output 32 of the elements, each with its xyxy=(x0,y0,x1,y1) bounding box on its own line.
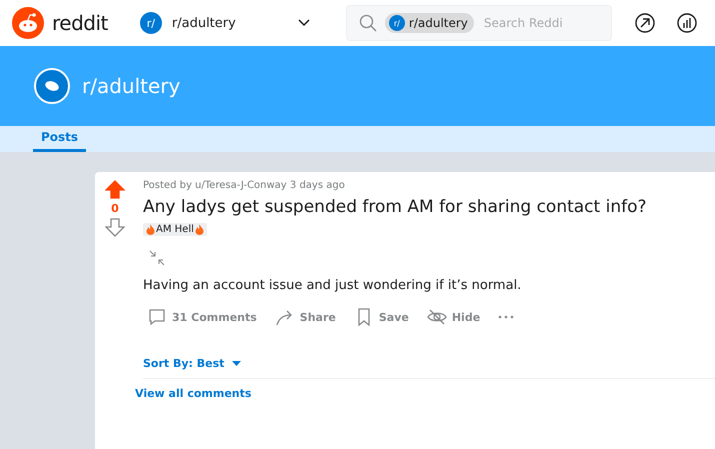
save-button[interactable]: Save xyxy=(354,307,409,327)
logo-wordmark[interactable]: reddit xyxy=(52,11,108,35)
view-all-link[interactable]: View all comments xyxy=(135,387,715,400)
more-icon[interactable] xyxy=(498,315,514,319)
post-title[interactable]: Any ladys get suspended from AM for sharing contact info? xyxy=(143,197,715,217)
chart-circle-icon[interactable] xyxy=(677,13,697,33)
vote-count: 0 xyxy=(111,202,119,215)
speech-bubble-icon xyxy=(147,307,167,327)
downvote-icon[interactable] xyxy=(105,217,125,237)
caret-icon xyxy=(232,361,242,366)
alien-logo-icon[interactable] xyxy=(12,7,44,39)
hide-button[interactable]: Hide xyxy=(426,307,480,327)
flame-icon xyxy=(146,224,155,235)
arrow-circle-icon[interactable] xyxy=(635,13,655,33)
search-field[interactable]: r/ r/adultery Search Reddi xyxy=(346,5,612,41)
community-title: r/adultery xyxy=(82,74,180,98)
share-button[interactable]: Share xyxy=(274,307,336,327)
post-body: Having an account issue and just wondering if it’s normal. xyxy=(143,278,522,293)
community-chip[interactable]: r/ r/adultery xyxy=(384,13,474,33)
search-icon xyxy=(358,14,377,32)
community-icon xyxy=(34,68,70,104)
collapse-arrows-icon[interactable] xyxy=(149,250,165,266)
community-selector[interactable]: r/ r/adultery xyxy=(140,12,310,34)
post-meta: Posted by u/Teresa-J-Conway 3 days ago xyxy=(143,180,346,191)
chevron-down-icon xyxy=(298,19,310,27)
flame-icon xyxy=(194,224,204,235)
post-flair[interactable]: AM Hell xyxy=(143,223,207,236)
sort-dropdown[interactable]: Sort By: Best xyxy=(143,357,242,370)
tab[interactable]: Posts xyxy=(33,126,86,152)
eye-slash-icon xyxy=(426,307,447,327)
upvote-icon[interactable] xyxy=(105,180,125,200)
comment-button[interactable]: 31 Comments xyxy=(147,307,257,327)
